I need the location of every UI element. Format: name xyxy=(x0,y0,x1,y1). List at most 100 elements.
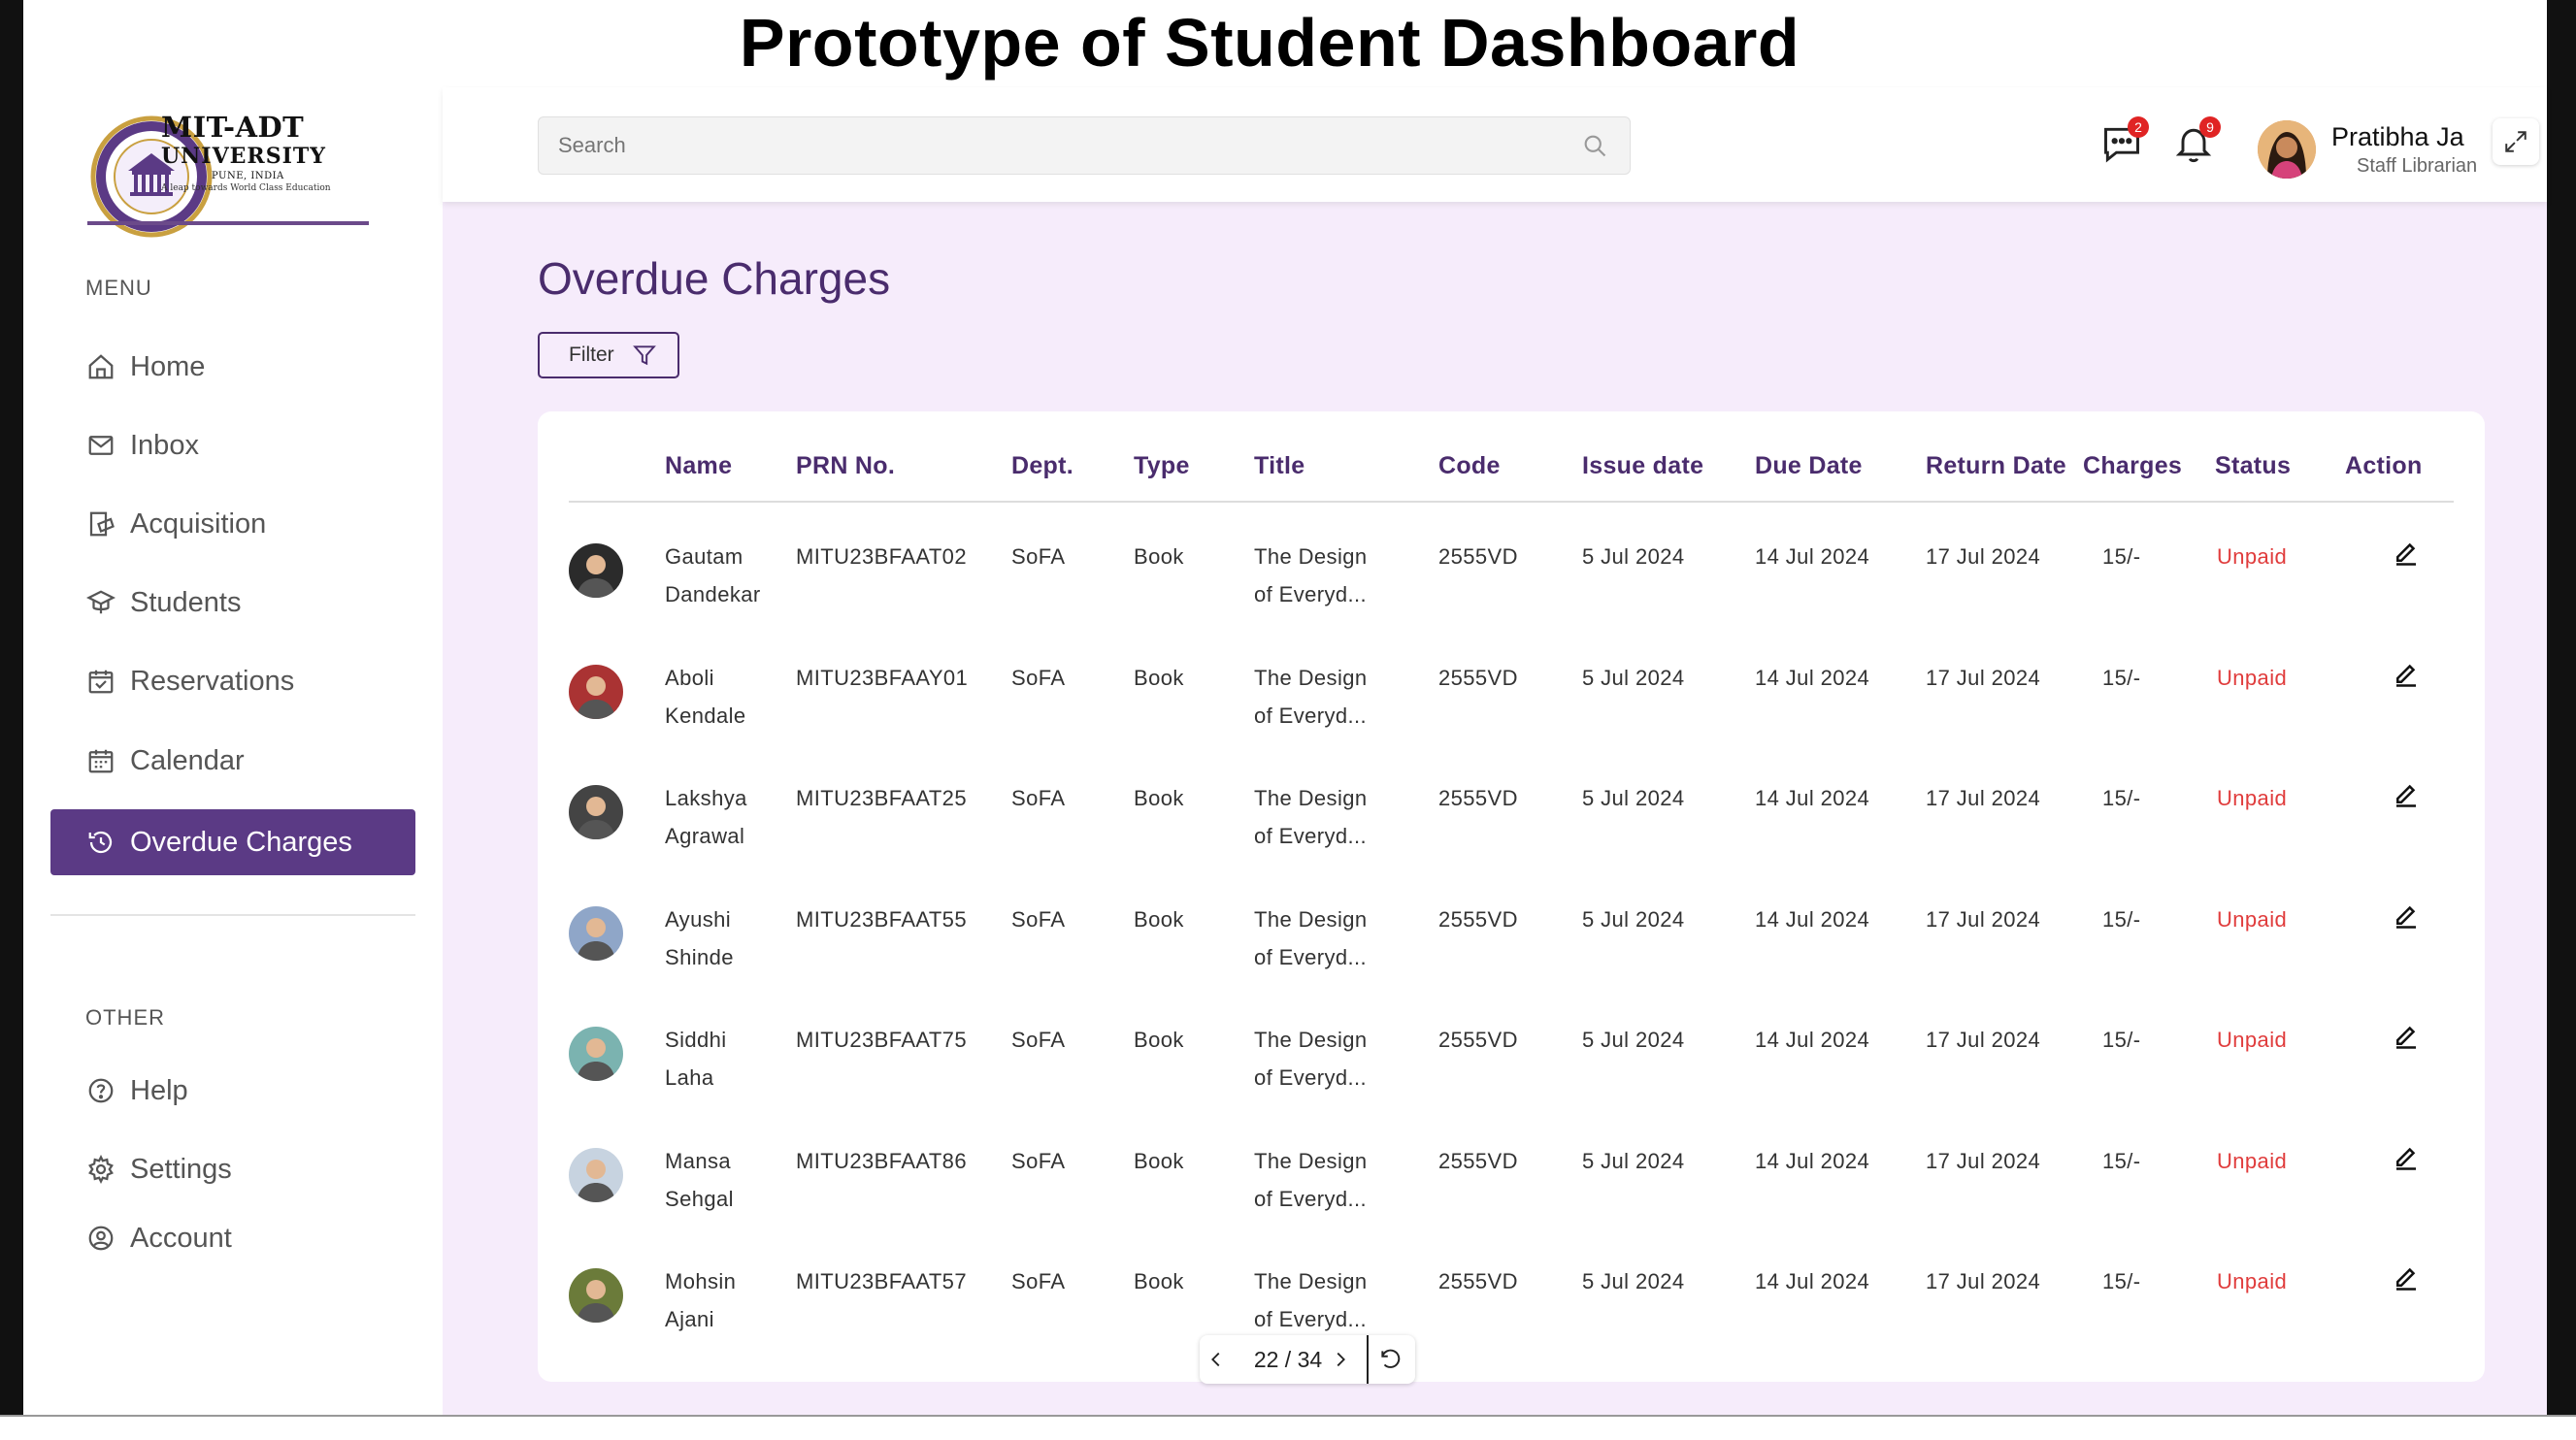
sidebar-item-label: Acquisition xyxy=(130,507,267,540)
search-icon[interactable] xyxy=(1581,132,1608,164)
status-cell: Unpaid xyxy=(2217,1148,2288,1173)
logo-tagline: A leap towards World Class Education xyxy=(161,183,331,193)
filter-button[interactable]: Filter xyxy=(538,332,679,378)
edit-icon[interactable] xyxy=(2392,659,2421,693)
search-input[interactable] xyxy=(556,132,1531,159)
calendar-icon xyxy=(85,745,116,776)
next-page-button[interactable] xyxy=(1328,1347,1353,1372)
code-cell: 2555VD xyxy=(1438,1028,1518,1052)
title-line2: of Everyd... xyxy=(1254,1186,1368,1211)
sidebar-item-account[interactable]: Account xyxy=(50,1205,415,1271)
sidebar-item-acquisition[interactable]: Acquisition xyxy=(50,491,415,557)
student-avatar xyxy=(569,664,623,719)
code-cell: 2555VD xyxy=(1438,1148,1518,1173)
title-line2: of Everyd... xyxy=(1254,1307,1368,1331)
code-cell: 2555VD xyxy=(1438,1269,1518,1293)
notifications-button[interactable]: 9 xyxy=(2172,116,2221,165)
fullscreen-button[interactable] xyxy=(2493,118,2539,165)
table-row: Mansa Sehgal MITU23BFAAT86 SoFA Book The Desi… xyxy=(538,1142,2485,1262)
sidebar-item-label: Settings xyxy=(130,1153,232,1185)
menu-heading: MENU xyxy=(85,276,152,300)
mail-icon xyxy=(85,430,116,461)
page-title: Overdue Charges xyxy=(538,253,891,304)
issue-date-cell: 5 Jul 2024 xyxy=(1582,786,1685,810)
title-line1: The Design xyxy=(1254,1028,1368,1052)
edit-icon[interactable] xyxy=(2392,1142,2421,1176)
student-first-name: Mohsin xyxy=(665,1269,737,1293)
charges-cell: 15/- xyxy=(2102,786,2141,810)
edit-icon[interactable] xyxy=(2392,1021,2421,1055)
prn-cell: MITU23BFAAT86 xyxy=(796,1148,967,1173)
dept-cell: SoFA xyxy=(1011,665,1066,690)
column-header: Return Date xyxy=(1926,452,2066,479)
due-date-cell: 14 Jul 2024 xyxy=(1755,665,1870,690)
due-date-cell: 14 Jul 2024 xyxy=(1755,906,1870,932)
due-date-cell: 14 Jul 2024 xyxy=(1755,1028,1870,1052)
status-cell: Unpaid xyxy=(2217,1028,2288,1052)
edit-icon[interactable] xyxy=(2392,1262,2421,1296)
type-cell: Book xyxy=(1134,544,1184,569)
student-avatar xyxy=(569,785,623,839)
student-avatar xyxy=(569,905,623,961)
type-cell: Book xyxy=(1134,665,1184,690)
sidebar-item-reservations[interactable]: Reservations xyxy=(50,648,415,714)
edit-icon[interactable] xyxy=(2392,538,2421,572)
student-last-name: Agrawal xyxy=(665,824,745,848)
sidebar: MIT-ADT UNIVERSITY PUNE, INDIA A leap to… xyxy=(23,87,443,1415)
column-header: Action xyxy=(2345,452,2423,479)
student-first-name: Gautam xyxy=(665,544,743,569)
prn-cell: MITU23BFAAT75 xyxy=(796,1028,967,1052)
student-last-name: Laha xyxy=(665,1065,714,1090)
title-line2: of Everyd... xyxy=(1254,824,1368,848)
reset-view-button[interactable] xyxy=(1378,1347,1404,1372)
logo-text: MIT-ADT UNIVERSITY PUNE, INDIA A leap to… xyxy=(161,111,331,193)
status-cell: Unpaid xyxy=(2217,544,2288,569)
user-avatar[interactable] xyxy=(2258,120,2316,179)
return-date-cell: 17 Jul 2024 xyxy=(1926,665,2041,690)
edit-icon[interactable] xyxy=(2392,900,2421,934)
return-date-cell: 17 Jul 2024 xyxy=(1926,544,2041,569)
sidebar-item-inbox[interactable]: Inbox xyxy=(50,412,415,478)
dept-cell: SoFA xyxy=(1011,544,1066,569)
return-date-cell: 17 Jul 2024 xyxy=(1926,1148,2041,1173)
prototype-title: Prototype of Student Dashboard xyxy=(739,5,1800,81)
sidebar-item-settings[interactable]: Settings xyxy=(50,1136,415,1202)
due-date-cell: 14 Jul 2024 xyxy=(1755,1269,1870,1293)
sidebar-item-students[interactable]: Students xyxy=(50,570,415,636)
status-cell: Unpaid xyxy=(2217,786,2288,810)
issue-date-cell: 5 Jul 2024 xyxy=(1582,544,1685,569)
frame-edge-left xyxy=(0,0,23,1438)
messages-button[interactable]: 2 xyxy=(2100,116,2149,165)
sidebar-item-label: Help xyxy=(130,1074,188,1106)
title-line1: The Design xyxy=(1254,906,1368,932)
overdue-table-card: Name PRN No. Dept. Type Title Code Issue date D… xyxy=(538,411,2485,1382)
pagination-control: 22 / 34 xyxy=(1200,1335,1415,1384)
charges-cell: 15/- xyxy=(2102,544,2141,569)
top-header: 2 9 Pratibha Ja Staff Librarian xyxy=(443,87,2547,202)
title-line1: The Design xyxy=(1254,1269,1368,1293)
calendar-check-icon xyxy=(85,666,116,697)
logo-line2: UNIVERSITY xyxy=(161,144,326,169)
logo-underline xyxy=(87,221,369,225)
table-row: Mohsin Ajani MITU23BFAAT57 SoFA Book The Desi… xyxy=(538,1262,2485,1383)
charges-cell: 15/- xyxy=(2102,1028,2141,1052)
issue-date-cell: 5 Jul 2024 xyxy=(1582,1028,1685,1052)
sidebar-item-home[interactable]: Home xyxy=(50,334,415,400)
column-header: PRN No. xyxy=(796,452,896,479)
logo-line3: PUNE, INDIA xyxy=(212,171,284,181)
return-date-cell: 17 Jul 2024 xyxy=(1926,786,2041,810)
dept-cell: SoFA xyxy=(1011,1269,1066,1293)
student-avatar xyxy=(569,543,623,598)
sidebar-divider xyxy=(50,914,415,916)
sidebar-item-help[interactable]: Help xyxy=(50,1058,415,1124)
title-line1: The Design xyxy=(1254,544,1368,569)
due-date-cell: 14 Jul 2024 xyxy=(1755,786,1870,810)
table-row: Aboli Kendale MITU23BFAAY01 SoFA Book The Des… xyxy=(538,659,2485,779)
sidebar-item-overdue-charges[interactable]: Overdue Charges xyxy=(50,809,415,875)
expand-icon xyxy=(2505,131,2526,152)
edit-icon[interactable] xyxy=(2392,779,2421,813)
prev-page-button[interactable] xyxy=(1204,1347,1229,1372)
title-line2: of Everyd... xyxy=(1254,703,1368,728)
sidebar-item-calendar[interactable]: Calendar xyxy=(50,728,415,794)
code-cell: 2555VD xyxy=(1438,665,1518,690)
